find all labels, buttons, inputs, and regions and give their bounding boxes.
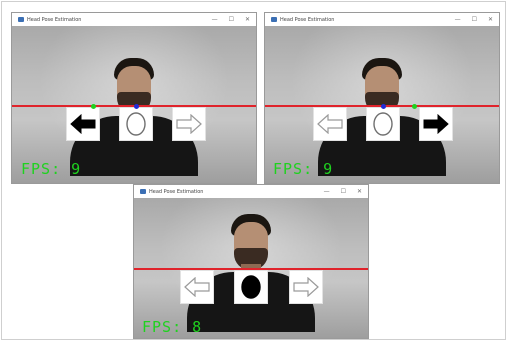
landmark-dot bbox=[134, 104, 139, 109]
landmark-dot bbox=[412, 104, 417, 109]
center-head-box bbox=[119, 107, 153, 141]
arrow-left-icon bbox=[317, 114, 343, 134]
camera-feed: FPS: 9 bbox=[12, 26, 256, 183]
camera-feed: FPS: 8 bbox=[134, 198, 368, 338]
close-button[interactable]: ✕ bbox=[357, 185, 362, 198]
center-head-box bbox=[234, 270, 268, 304]
right-arrow-box bbox=[419, 107, 453, 141]
camera-feed: FPS: 9 bbox=[265, 26, 499, 183]
title-bar[interactable]: Head Pose Estimation — ☐ ✕ bbox=[265, 13, 499, 27]
center-head-box bbox=[366, 107, 400, 141]
minimize-button[interactable]: — bbox=[212, 13, 218, 26]
left-arrow-box bbox=[313, 107, 347, 141]
arrow-left-icon bbox=[70, 114, 96, 134]
app-icon bbox=[140, 189, 146, 194]
landmark-dot bbox=[91, 104, 96, 109]
arrow-left-icon bbox=[184, 277, 210, 297]
maximize-button[interactable]: ☐ bbox=[472, 13, 477, 26]
title-bar[interactable]: Head Pose Estimation — ☐ ✕ bbox=[134, 185, 368, 199]
app-icon bbox=[18, 17, 24, 22]
head-pose-window-1: Head Pose Estimation — ☐ ✕ FPS: 9 bbox=[11, 12, 257, 184]
head-oval-icon bbox=[126, 112, 146, 136]
fps-counter: FPS: 9 bbox=[273, 160, 334, 178]
arrow-right-icon bbox=[423, 114, 449, 134]
landmark-dot bbox=[381, 104, 386, 109]
maximize-button[interactable]: ☐ bbox=[341, 185, 346, 198]
left-arrow-box bbox=[180, 270, 214, 304]
title-bar[interactable]: Head Pose Estimation — ☐ ✕ bbox=[12, 13, 256, 27]
window-title: Head Pose Estimation bbox=[27, 16, 82, 23]
minimize-button[interactable]: — bbox=[455, 13, 461, 26]
window-title: Head Pose Estimation bbox=[149, 188, 204, 195]
minimize-button[interactable]: — bbox=[324, 185, 330, 198]
close-button[interactable]: ✕ bbox=[488, 13, 493, 26]
fps-counter: FPS: 8 bbox=[142, 318, 203, 336]
app-icon bbox=[271, 17, 277, 22]
head-pose-window-2: Head Pose Estimation — ☐ ✕ FPS: 9 bbox=[264, 12, 500, 184]
window-title: Head Pose Estimation bbox=[280, 16, 335, 23]
left-arrow-box bbox=[66, 107, 100, 141]
head-pose-window-3: Head Pose Estimation — ☐ ✕ FPS: 8 bbox=[133, 184, 369, 339]
fps-counter: FPS: 9 bbox=[21, 160, 82, 178]
right-arrow-box bbox=[289, 270, 323, 304]
arrow-right-icon bbox=[293, 277, 319, 297]
arrow-right-icon bbox=[176, 114, 202, 134]
right-arrow-box bbox=[172, 107, 206, 141]
head-oval-icon bbox=[241, 275, 261, 299]
maximize-button[interactable]: ☐ bbox=[229, 13, 234, 26]
close-button[interactable]: ✕ bbox=[245, 13, 250, 26]
head-oval-icon bbox=[373, 112, 393, 136]
